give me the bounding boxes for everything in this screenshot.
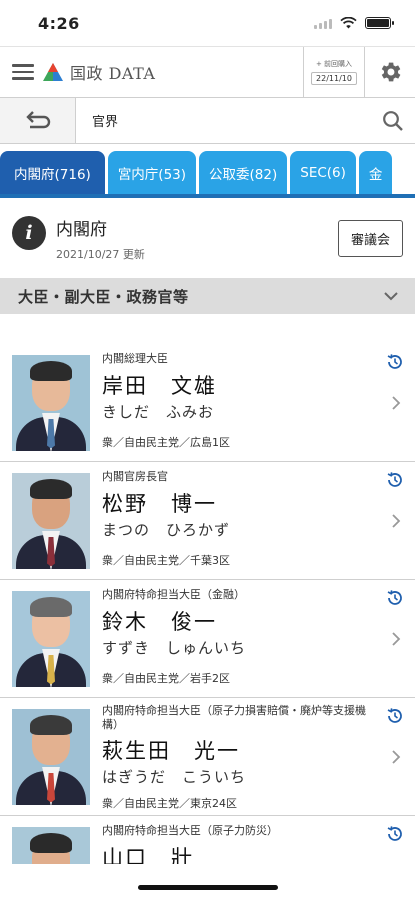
member-post: 内閣府特命担当大臣（原子力損害賠償・廃炉等支援機構） [102, 704, 366, 732]
member-card[interactable]: 内閣総理大臣 岸田 文雄 きしだ ふみお 衆／自由民主党／広島1区 [0, 344, 415, 462]
back-arrow-icon [25, 110, 50, 128]
member-kana: まつの ひろかず [102, 521, 231, 540]
hamburger-line [12, 64, 34, 67]
tab-fair-trade[interactable]: 公取委(82) [199, 151, 288, 194]
tab-imperial-household[interactable]: 宮内庁(53) [107, 151, 197, 194]
chevron-down-icon [384, 292, 398, 301]
logo-triangle-icon [43, 63, 63, 81]
member-name: 松野 博一 [102, 492, 217, 517]
member-meta: 衆／自由民主党／広島1区 [102, 436, 230, 450]
app-header: 国政 DATA + 前回購入 22/11/10 [0, 46, 415, 98]
chevron-right-icon [392, 749, 401, 764]
member-post: 内閣府特命担当大臣（原子力防災） [102, 824, 278, 837]
member-post: 内閣総理大臣 [102, 352, 168, 365]
wifi-icon [340, 17, 357, 29]
menu-button[interactable] [0, 47, 40, 97]
member-photo [12, 354, 90, 451]
member-card[interactable]: 内閣府特命担当大臣（金融） 鈴木 俊一 すずき しゅんいち 衆／自由民主党／岩手… [0, 580, 415, 698]
member-kana: きしだ ふみお [102, 403, 215, 422]
history-icon[interactable] [385, 706, 405, 726]
chevron-right-icon [392, 395, 401, 410]
chevron-right-icon [392, 631, 401, 646]
member-card[interactable]: 内閣府特命担当大臣（原子力防災） 山口 壯 [0, 816, 415, 864]
agency-name: 内閣府 [56, 219, 107, 240]
member-name: 萩生田 光一 [102, 738, 240, 763]
purchase-date-value: 22/11/10 [311, 72, 357, 85]
gear-icon [381, 62, 401, 82]
back-button[interactable] [0, 98, 76, 143]
battery-icon [365, 17, 394, 29]
history-icon[interactable] [385, 352, 405, 372]
agency-updated: 2021/10/27 更新 [56, 247, 145, 261]
search-input[interactable] [76, 98, 371, 143]
member-card[interactable]: 内閣官房長官 松野 博一 まつの ひろかず 衆／自由民主党／千葉3区 [0, 462, 415, 580]
app-logo: 国政 DATA [40, 47, 303, 97]
member-photo [12, 708, 90, 805]
member-meta: 衆／自由民主党／岩手2区 [102, 672, 230, 686]
status-time: 4:26 [38, 13, 80, 33]
status-icons [314, 17, 394, 29]
info-icon: i [12, 216, 46, 250]
status-bar: 4:26 [0, 0, 415, 46]
member-name: 鈴木 俊一 [102, 610, 217, 635]
member-meta: 衆／自由民主党／千葉3区 [102, 554, 230, 568]
member-photo [12, 472, 90, 569]
member-photo [12, 826, 90, 864]
settings-button[interactable] [365, 47, 415, 97]
purchase-date-label: + 前回購入 [315, 60, 353, 68]
agency-info: i 内閣府 2021/10/27 更新 審議会 [0, 198, 415, 278]
history-icon[interactable] [385, 470, 405, 490]
member-meta: 衆／自由民主党／東京24区 [102, 796, 237, 810]
history-icon[interactable] [385, 588, 405, 608]
member-name: 山口 壯 [102, 846, 194, 864]
signal-icon [314, 17, 332, 29]
tab-cabinet-office[interactable]: 内閣府(716) [0, 151, 105, 194]
section-title: 大臣・副大臣・政務官等 [18, 287, 189, 306]
bottom-area [0, 864, 415, 900]
home-indicator[interactable] [137, 885, 278, 890]
search-icon [383, 110, 403, 131]
search-button[interactable] [371, 98, 415, 143]
member-kana: はぎうだ こういち [102, 767, 247, 786]
member-list: 内閣総理大臣 岸田 文雄 きしだ ふみお 衆／自由民主党／広島1区 内閣官房長官… [0, 344, 415, 864]
member-photo [12, 590, 90, 687]
purchase-date-box[interactable]: + 前回購入 22/11/10 [303, 47, 365, 97]
logo-text: 国政 DATA [70, 64, 156, 83]
history-icon[interactable] [385, 824, 405, 844]
hamburger-line [12, 77, 34, 80]
council-button[interactable]: 審議会 [337, 219, 403, 257]
agency-tabs: 内閣府(716) 宮内庁(53) 公取委(82) SEC(6) 金 [0, 144, 415, 198]
member-kana: すずき しゅんいち [102, 639, 247, 658]
member-post: 内閣官房長官 [102, 470, 168, 483]
chevron-right-icon [392, 513, 401, 528]
section-header[interactable]: 大臣・副大臣・政務官等 [0, 278, 415, 314]
tab-financial[interactable]: 金 [358, 151, 393, 194]
member-card[interactable]: 内閣府特命担当大臣（原子力損害賠償・廃炉等支援機構） 萩生田 光一 はぎうだ こ… [0, 698, 415, 816]
search-bar [0, 98, 415, 144]
tab-sec[interactable]: SEC(6) [290, 151, 356, 194]
member-name: 岸田 文雄 [102, 374, 217, 399]
hamburger-line [12, 70, 34, 74]
member-post: 内閣府特命担当大臣（金融） [102, 588, 245, 601]
